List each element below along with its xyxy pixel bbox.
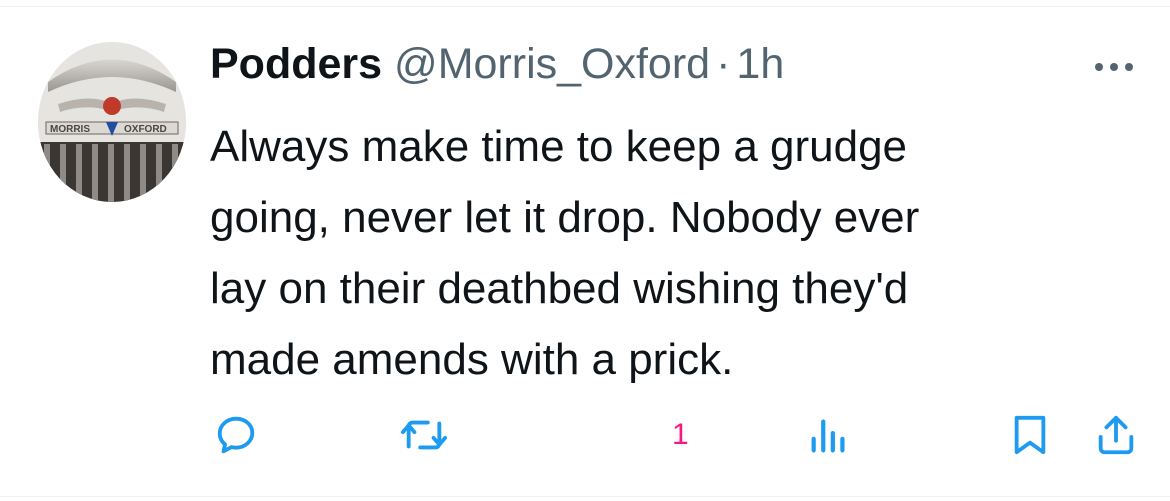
like-count[interactable]: 1 <box>672 418 689 452</box>
views-icon <box>811 419 845 453</box>
more-icon[interactable] <box>1086 44 1142 84</box>
share-icon <box>1098 415 1134 455</box>
bookmark-button[interactable] <box>1009 410 1051 460</box>
tweet-text-line: lay on their deathbed wishing they'd <box>210 264 909 313</box>
reply-icon <box>217 416 255 454</box>
user-handle[interactable]: @Morris_Oxford <box>394 40 710 89</box>
views-button[interactable] <box>806 410 852 460</box>
avatar-badge-right: OXFORD <box>124 124 167 135</box>
avatar[interactable]: MORRIS OXFORD <box>38 42 186 202</box>
bookmark-icon <box>1014 415 1046 455</box>
bottom-divider <box>0 496 1170 497</box>
retweet-button[interactable] <box>398 410 450 460</box>
retweet-icon <box>400 420 447 450</box>
tweet-text: Always make time to keep a grudge going,… <box>210 111 1130 395</box>
tweet-text-line: made amends with a prick. <box>210 335 734 384</box>
share-button[interactable] <box>1093 410 1139 460</box>
top-divider <box>0 6 1170 7</box>
tweet-text-line: Always make time to keep a grudge <box>210 122 908 171</box>
reply-button[interactable] <box>213 410 259 460</box>
tweet-text-line: going, never let it drop. Nobody ever <box>210 193 920 242</box>
avatar-badge-left: MORRIS <box>50 124 90 135</box>
display-name[interactable]: Podders <box>210 40 382 89</box>
timestamp[interactable]: 1h <box>736 40 784 89</box>
separator-dot: · <box>716 40 731 88</box>
action-bar: 1 <box>0 410 1170 460</box>
tweet-header: Podders @Morris_Oxford · 1h <box>210 40 784 96</box>
avatar-image: MORRIS OXFORD <box>38 42 186 202</box>
